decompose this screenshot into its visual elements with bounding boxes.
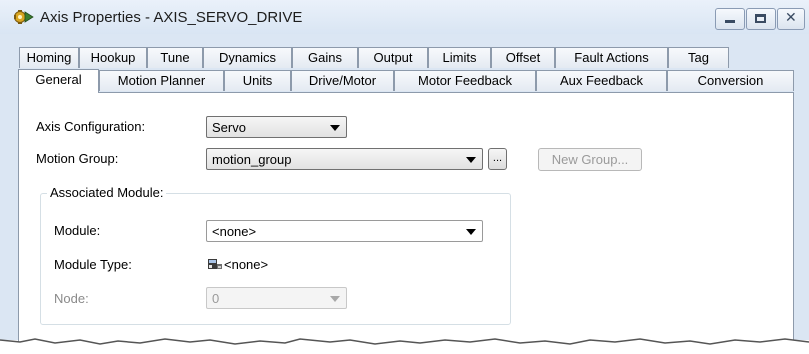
tab-gains[interactable]: Gains (292, 47, 358, 68)
title-bar: Axis Properties - AXIS_SERVO_DRIVE ✕ (0, 0, 809, 34)
tab-drive-motor[interactable]: Drive/Motor (291, 70, 394, 91)
chevron-down-icon (330, 296, 340, 302)
new-group-button[interactable]: New Group... (538, 148, 642, 171)
tab-motor-feedback[interactable]: Motor Feedback (394, 70, 536, 91)
general-panel: Axis Configuration: Servo Motion Group: … (18, 92, 794, 354)
axis-properties-icon (14, 10, 34, 24)
node-label: Node: (54, 291, 89, 306)
tab-tag[interactable]: Tag (668, 47, 729, 68)
chevron-down-icon (330, 125, 340, 131)
tab-dynamics[interactable]: Dynamics (203, 47, 292, 68)
associated-module-title: Associated Module: (47, 185, 167, 200)
tab-output[interactable]: Output (358, 47, 428, 68)
close-button[interactable]: ✕ (777, 8, 805, 30)
maximize-button[interactable] (746, 8, 776, 30)
minimize-icon (725, 20, 735, 23)
minimize-button[interactable] (715, 8, 745, 30)
module-value: <none> (212, 224, 257, 239)
tab-general[interactable]: General (18, 69, 99, 93)
browse-motion-group-button[interactable]: ... (488, 148, 507, 170)
module-type-icon (208, 259, 222, 269)
motion-group-select[interactable]: motion_group (206, 148, 483, 170)
axis-configuration-label: Axis Configuration: (36, 119, 146, 134)
module-label: Module: (54, 223, 101, 238)
tab-hookup[interactable]: Hookup (79, 47, 147, 68)
axis-properties-window: Axis Properties - AXIS_SERVO_DRIVE ✕ Hom… (0, 0, 809, 354)
axis-configuration-select[interactable]: Servo (206, 116, 347, 138)
tab-offset[interactable]: Offset (491, 47, 555, 68)
tab-fault-actions[interactable]: Fault Actions (555, 47, 668, 68)
axis-configuration-value: Servo (212, 120, 246, 135)
module-select[interactable]: <none> (206, 220, 483, 242)
tab-units[interactable]: Units (224, 70, 291, 91)
tab-aux-feedback[interactable]: Aux Feedback (536, 70, 667, 91)
motion-group-label: Motion Group: (36, 151, 119, 166)
chevron-down-icon (466, 229, 476, 235)
node-select[interactable]: 0 (206, 287, 347, 309)
module-type-label: Module Type: (54, 257, 132, 272)
tab-tune[interactable]: Tune (147, 47, 203, 68)
node-value: 0 (212, 291, 220, 306)
tab-limits[interactable]: Limits (428, 47, 491, 68)
tab-motion-planner[interactable]: Motion Planner (99, 70, 224, 91)
tab-conversion[interactable]: Conversion (667, 70, 794, 91)
window-title: Axis Properties - AXIS_SERVO_DRIVE (40, 9, 303, 26)
maximize-icon (755, 14, 766, 23)
motion-group-value: motion_group (212, 152, 292, 167)
tab-homing[interactable]: Homing (19, 47, 79, 68)
close-icon: ✕ (785, 10, 797, 26)
module-type-value: <none> (224, 257, 269, 272)
torn-edge-decoration (0, 338, 809, 354)
chevron-down-icon (466, 157, 476, 163)
